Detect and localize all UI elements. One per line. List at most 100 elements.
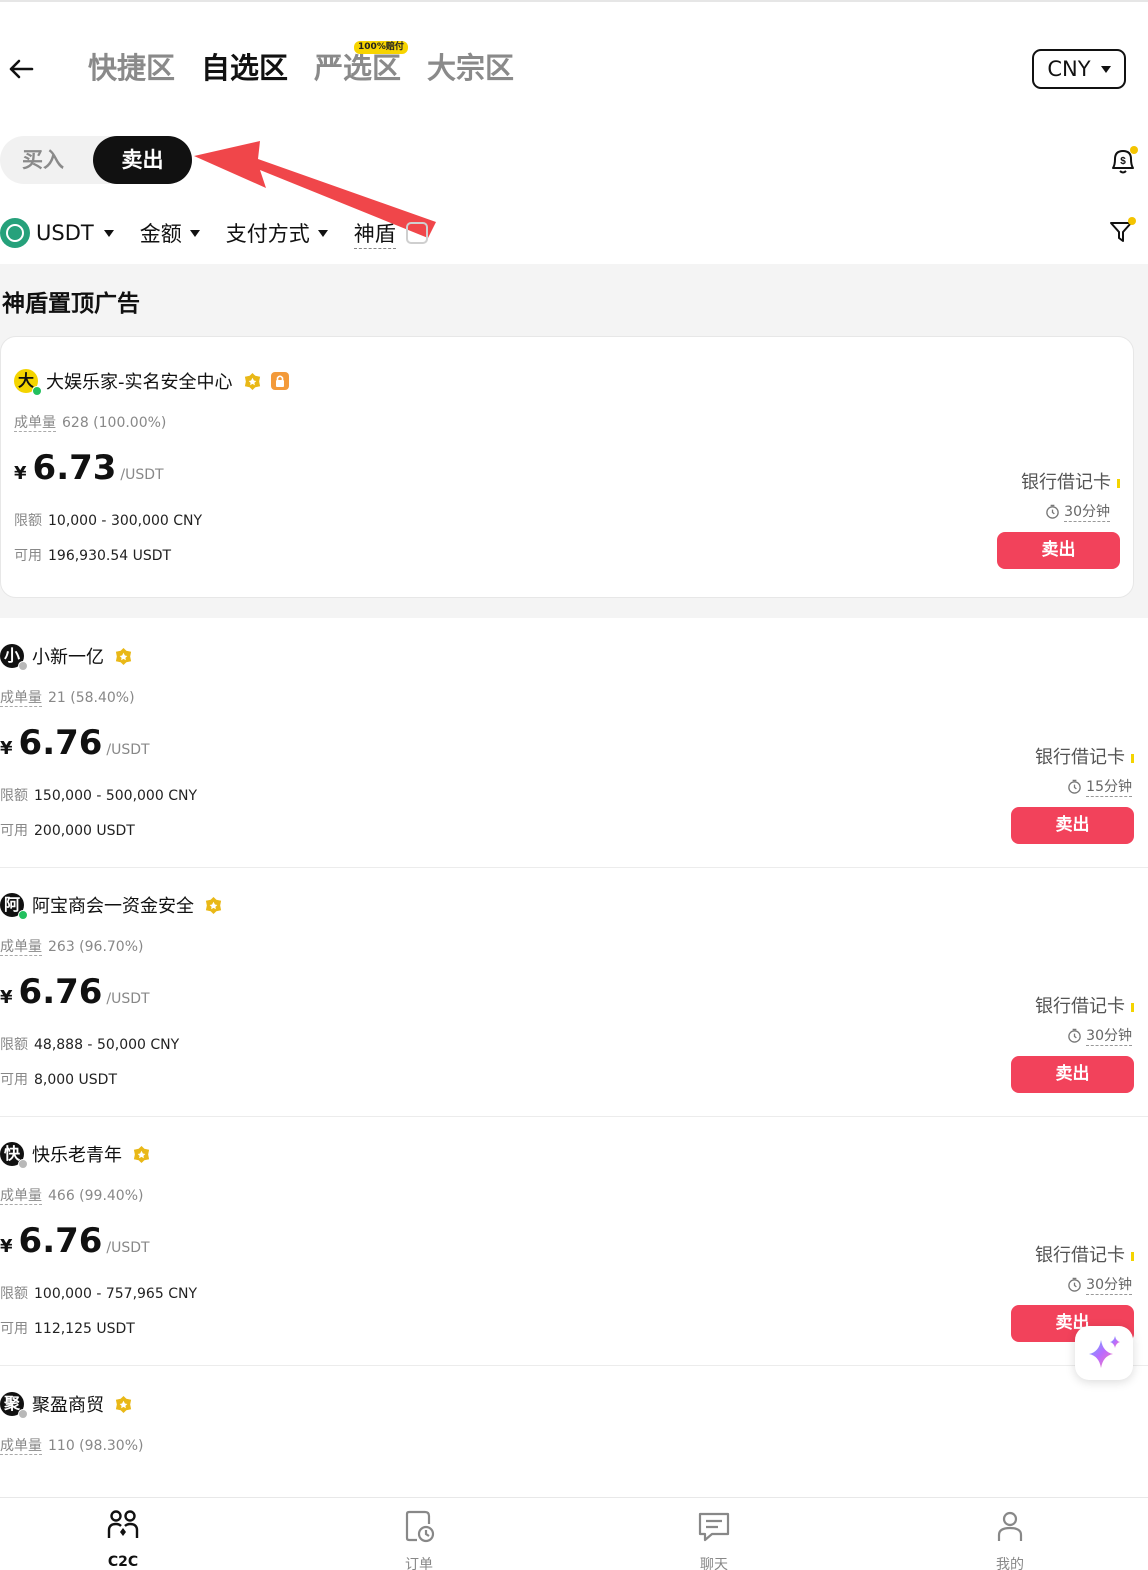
merchant-row[interactable]: 阿 阿宝商会一资金安全	[0, 892, 223, 920]
available: 可用 196,930.54 USDT	[14, 545, 171, 565]
shield-checkbox[interactable]	[405, 222, 428, 244]
merchant-row[interactable]: 小 小新一亿	[0, 643, 133, 671]
shield-filter[interactable]: 神盾	[353, 218, 428, 249]
price-unit: /USDT	[120, 467, 164, 483]
orders-icon	[405, 1510, 435, 1543]
payment-label: 银行借记卡	[1035, 996, 1125, 1017]
tab-label: 快捷区	[88, 51, 176, 85]
limit: 限额 150,000 - 500,000 CNY	[0, 785, 197, 805]
buy-tab[interactable]: 买入	[22, 136, 64, 184]
online-status-dot	[18, 661, 28, 671]
payment-time: 30分钟	[1067, 1025, 1132, 1046]
available-label: 可用	[0, 1072, 28, 1088]
payment-color-bar	[1131, 1002, 1134, 1012]
caret-down-icon	[189, 229, 200, 237]
online-status-dot	[32, 386, 42, 396]
merchant-row[interactable]: 快 快乐老青年	[0, 1141, 151, 1169]
available-label: 可用	[0, 1321, 28, 1337]
divider	[0, 1116, 1148, 1117]
buy-sell-toggle: 买入 卖出	[0, 136, 192, 184]
verified-badge-icon	[244, 372, 260, 390]
currency-symbol: ¥	[0, 1236, 13, 1257]
amount-label: 金额	[139, 222, 182, 246]
limit-value: 150,000 - 500,000 CNY	[34, 788, 197, 804]
tab-bulk[interactable]: 大宗区	[427, 48, 514, 88]
price: ¥6.76/USDT	[0, 972, 150, 1012]
payment-label: 银行借记卡	[1035, 1245, 1125, 1266]
payment-method: 银行借记卡	[1035, 743, 1134, 769]
avatar-letter: 聚	[3, 1394, 20, 1413]
ad-item[interactable]: 聚 聚盈商贸 成单量 110 (98.30%)	[0, 1391, 1134, 1491]
online-status-dot	[18, 910, 28, 920]
order-stats: 成单量 628 (100.00%)	[14, 412, 166, 432]
divider	[0, 1365, 1148, 1366]
tab-quick[interactable]: 快捷区	[88, 48, 175, 88]
shield-label: 神盾	[353, 218, 396, 249]
currency-label: CNY	[1047, 57, 1091, 81]
stats-value: 110 (98.30%)	[48, 1438, 144, 1454]
sell-tab[interactable]: 卖出	[93, 136, 192, 184]
merchant-name: 大娱乐家-实名安全中心	[46, 372, 233, 393]
payment-time: 15分钟	[1067, 776, 1132, 797]
payment-filter[interactable]: 支付方式	[226, 218, 328, 248]
nav-label: 聊天	[700, 1557, 728, 1570]
sell-button[interactable]: 卖出	[1011, 1056, 1134, 1093]
tab-selected[interactable]: 严选区 100%赔付	[314, 41, 408, 88]
limit: 限额 10,000 - 300,000 CNY	[14, 510, 202, 530]
currency-symbol: ¥	[0, 738, 13, 759]
stats-label: 成单量	[0, 1188, 42, 1205]
sell-button[interactable]: 卖出	[1011, 807, 1134, 844]
nav-profile[interactable]: 我的	[970, 1508, 1050, 1570]
ad-item[interactable]: 小 小新一亿 成单量 21 (58.40%) ¥6.76/USDT 限额 150,0…	[0, 643, 1134, 853]
caret-down-icon	[317, 229, 328, 237]
limit-value: 100,000 - 757,965 CNY	[34, 1286, 197, 1302]
payment-label: 支付方式	[225, 222, 310, 246]
coin-filter[interactable]: USDT	[0, 218, 114, 248]
payment-time: 30分钟	[1067, 1274, 1132, 1295]
nav-c2c[interactable]: C2C	[83, 1508, 163, 1570]
payment-label: 银行借记卡	[1035, 747, 1125, 768]
limit: 限额 48,888 - 50,000 CNY	[0, 1034, 179, 1054]
price-unit: /USDT	[106, 742, 150, 758]
payment-time: 30分钟	[1045, 501, 1110, 522]
nav-label: C2C	[107, 1554, 139, 1570]
merchant-row[interactable]: 大 大娱乐家-实名安全中心	[14, 368, 290, 396]
limit-label: 限额	[0, 1286, 28, 1302]
timer-icon	[1068, 1028, 1081, 1043]
avatar-letter: 快	[3, 1144, 20, 1163]
ad-item[interactable]: 大 大娱乐家-实名安全中心 成单量 628 (100.00%) ¥6.73/USD…	[14, 368, 1120, 578]
currency-selector[interactable]: CNY	[1032, 49, 1126, 89]
nav-orders[interactable]: 订单	[379, 1508, 459, 1570]
merchant-row[interactable]: 聚 聚盈商贸	[0, 1391, 133, 1419]
price-unit: /USDT	[106, 991, 150, 1007]
tab-custom[interactable]: 自选区	[201, 48, 288, 88]
nav-label: 订单	[405, 1557, 433, 1570]
nav-chat[interactable]: 聊天	[674, 1508, 754, 1570]
online-status-dot	[18, 1409, 28, 1419]
price: ¥6.76/USDT	[0, 1221, 150, 1261]
time-value: 30分钟	[1086, 1025, 1132, 1046]
verified-badge-icon	[115, 1395, 132, 1413]
limit-label: 限额	[0, 788, 28, 804]
sell-button[interactable]: 卖出	[997, 532, 1120, 569]
price-alert-bell-icon[interactable]: $	[1108, 144, 1138, 176]
ai-assistant-button[interactable]	[1075, 1326, 1133, 1380]
timer-icon	[1068, 779, 1081, 794]
back-arrow-icon[interactable]	[6, 54, 36, 84]
stats-value: 263 (96.70%)	[48, 939, 144, 955]
svg-text:$: $	[1120, 156, 1126, 167]
ad-item[interactable]: 快 快乐老青年 成单量 466 (99.40%) ¥6.76/USDT 限额 100…	[0, 1141, 1134, 1351]
limit: 限额 100,000 - 757,965 CNY	[0, 1283, 197, 1303]
tab-label: 大宗区	[427, 51, 515, 85]
avatar-letter: 阿	[3, 895, 20, 914]
filter-funnel-icon[interactable]	[1108, 217, 1136, 245]
ad-item[interactable]: 阿 阿宝商会一资金安全 成单量 263 (96.70%) ¥6.76/USDT 限…	[0, 892, 1134, 1102]
amount-filter[interactable]: 金额	[140, 218, 200, 248]
order-stats: 成单量 466 (99.40%)	[0, 1185, 143, 1205]
sparkle-icon	[1089, 1336, 1120, 1368]
coin-label: USDT	[36, 221, 94, 245]
stats-label: 成单量	[0, 690, 42, 707]
avatar: 小	[0, 644, 28, 671]
payment-color-bar	[1131, 1251, 1134, 1261]
available-value: 112,125 USDT	[34, 1321, 135, 1337]
